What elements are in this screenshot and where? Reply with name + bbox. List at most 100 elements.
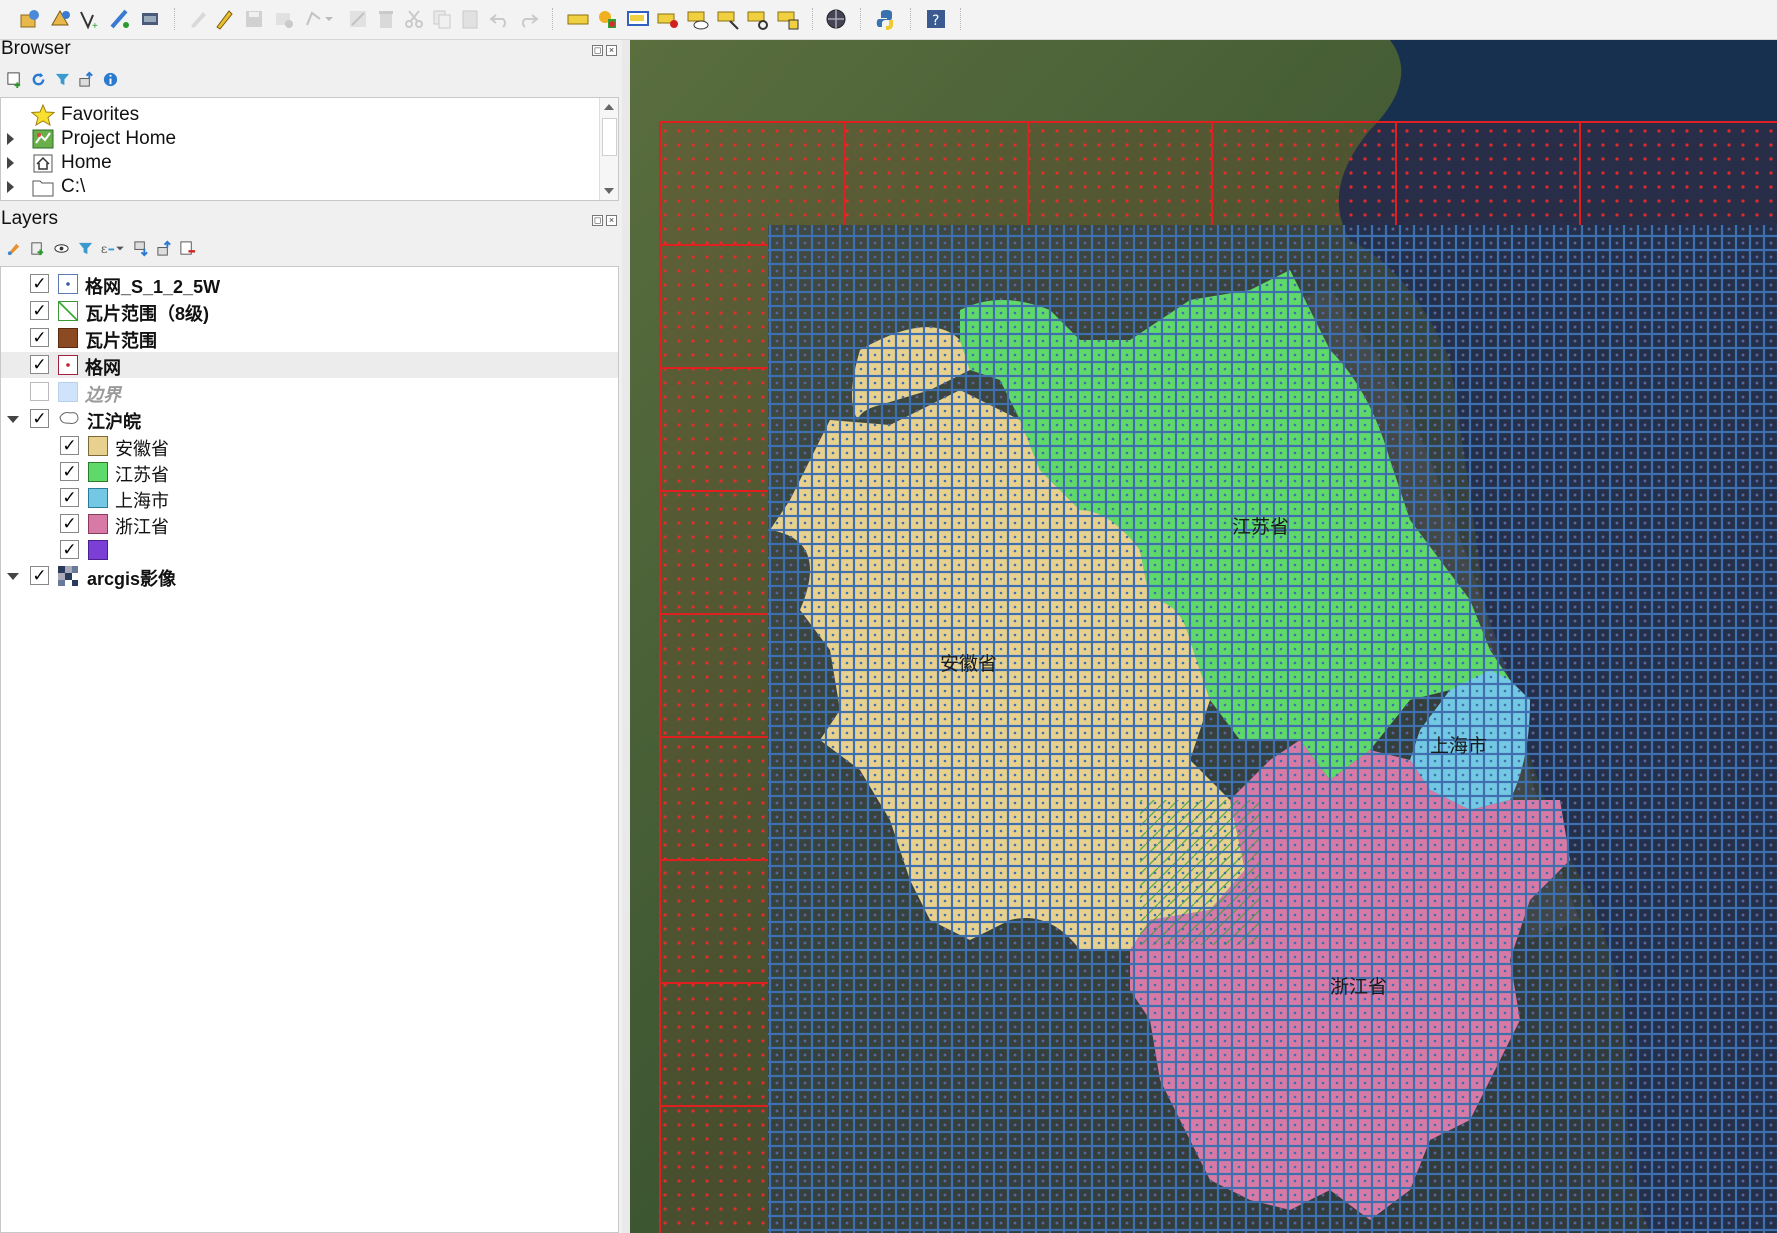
manage-map-themes-icon[interactable] xyxy=(52,239,70,257)
layer-visibility-checkbox[interactable]: ✓ xyxy=(30,382,49,401)
layer-visibility-checkbox[interactable]: ✓ xyxy=(60,436,79,455)
float-panel-button[interactable]: ◻ xyxy=(592,45,603,56)
folder-icon xyxy=(31,176,55,198)
layer-visibility-checkbox[interactable]: ✓ xyxy=(60,462,79,481)
filter-legend-icon[interactable] xyxy=(76,239,94,257)
change-label-properties-icon[interactable] xyxy=(776,7,800,31)
new-shapefile-icon[interactable]: + xyxy=(78,7,102,31)
collapse-all-icon[interactable] xyxy=(77,70,95,88)
dock-splitter[interactable] xyxy=(622,40,630,1233)
layer-item-boundary[interactable]: ✓ 边界 xyxy=(1,379,618,405)
help-icon[interactable]: ? xyxy=(924,7,948,31)
modify-attributes-icon[interactable] xyxy=(346,7,370,31)
move-label-icon[interactable] xyxy=(716,7,740,31)
layer-item-tile-extent[interactable]: ✓ 瓦片范围 xyxy=(1,325,618,351)
add-vector-layer-icon[interactable] xyxy=(48,7,72,31)
browser-item-home[interactable]: Home xyxy=(1,151,591,175)
show-hide-labels-icon[interactable] xyxy=(686,7,710,31)
pin-unpin-labels-icon[interactable] xyxy=(656,7,680,31)
scroll-down-icon[interactable] xyxy=(604,188,614,194)
browser-item-favorites[interactable]: Favorites xyxy=(1,103,591,127)
red-point-grid-symbol xyxy=(58,355,78,375)
jiangsu-fill-symbol xyxy=(88,462,108,482)
layers-panel-title: Layers xyxy=(1,208,59,229)
zhejiang-fill-symbol xyxy=(88,514,108,534)
remove-layer-icon[interactable] xyxy=(178,239,196,257)
cut-features-icon[interactable] xyxy=(402,7,426,31)
layer-visibility-checkbox[interactable]: ✓ xyxy=(60,488,79,507)
layer-visibility-checkbox[interactable]: ✓ xyxy=(60,514,79,533)
layer-item-grid[interactable]: ✓ 格网 xyxy=(1,352,618,378)
layer-visibility-checkbox[interactable]: ✓ xyxy=(30,328,49,347)
expand-arrow-icon[interactable] xyxy=(7,157,14,169)
new-temporary-layer-icon[interactable] xyxy=(108,7,132,31)
save-layer-edits-icon[interactable] xyxy=(242,7,266,31)
paste-features-icon[interactable] xyxy=(458,7,482,31)
raster-symbol xyxy=(58,566,78,586)
chevron-down-icon[interactable] xyxy=(114,239,126,257)
layer-visibility-checkbox[interactable]: ✓ xyxy=(60,540,79,559)
layer-item-tile-extent-level-8[interactable]: ✓ 瓦片范围（8级) xyxy=(1,298,618,324)
layer-labeling-options-icon[interactable] xyxy=(566,7,590,31)
layer-item-other-category[interactable]: ✓ xyxy=(1,537,618,563)
quickmapservices-icon[interactable] xyxy=(824,7,848,31)
polygon-group-symbol xyxy=(58,409,79,429)
collapse-all-icon[interactable] xyxy=(155,239,173,257)
add-selected-layers-icon[interactable] xyxy=(5,70,23,88)
open-data-source-manager-icon[interactable] xyxy=(18,7,42,31)
undo-icon[interactable] xyxy=(488,7,512,31)
svg-text:?: ? xyxy=(932,13,939,29)
layer-visibility-checkbox[interactable]: ✓ xyxy=(30,355,49,374)
toggle-editing-icon[interactable] xyxy=(212,7,236,31)
star-icon xyxy=(30,103,56,127)
float-panel-button[interactable]: ◻ xyxy=(592,215,603,226)
layer-diagram-options-icon[interactable] xyxy=(596,7,620,31)
layer-item-jiangsu[interactable]: ✓ 江苏省 xyxy=(1,459,618,485)
collapse-arrow-icon[interactable] xyxy=(7,416,19,423)
layer-visibility-checkbox[interactable]: ✓ xyxy=(30,409,49,428)
layer-group-jiang-hu-wan[interactable]: ✓ 江沪皖 xyxy=(1,406,618,432)
properties-info-icon[interactable] xyxy=(101,70,119,88)
highlight-pinned-labels-icon[interactable] xyxy=(626,7,650,31)
expand-arrow-icon[interactable] xyxy=(7,133,14,145)
collapse-arrow-icon[interactable] xyxy=(7,573,19,580)
add-memory-layer-icon[interactable] xyxy=(138,7,162,31)
layers-tree[interactable]: ✓ 格网_S_1_2_5W ✓ 瓦片范围（8级) ✓ 瓦片范围 ✓ 格网 边界 … xyxy=(0,266,619,1233)
shanghai-fill-symbol xyxy=(88,488,108,508)
open-layer-styling-icon[interactable] xyxy=(4,239,22,257)
browser-item-c-drive[interactable]: C:\ xyxy=(1,175,591,199)
browser-tree[interactable]: Favorites Project Home Home C:\ xyxy=(0,97,619,201)
layer-item-shanghai[interactable]: ✓ 上海市 xyxy=(1,485,618,511)
layer-visibility-checkbox[interactable]: ✓ xyxy=(30,301,49,320)
hatch-polygon-symbol xyxy=(58,301,78,321)
point-grid-symbol xyxy=(58,274,78,294)
layer-item-arcgis-imagery[interactable]: ✓ arcgis影像 xyxy=(1,563,618,589)
layer-item-grid-s-1-2-5w[interactable]: ✓ 格网_S_1_2_5W xyxy=(1,271,618,297)
python-console-icon[interactable] xyxy=(874,7,898,31)
rotate-label-icon[interactable] xyxy=(746,7,770,31)
layer-item-zhejiang[interactable]: ✓ 浙江省 xyxy=(1,511,618,537)
add-feature-icon[interactable] xyxy=(272,7,296,31)
redo-icon[interactable] xyxy=(516,7,540,31)
map-label-jiangsu: 江苏省 xyxy=(1232,516,1289,538)
add-group-icon[interactable] xyxy=(28,239,46,257)
delete-selected-icon[interactable] xyxy=(374,7,398,31)
close-panel-button[interactable]: × xyxy=(606,215,617,226)
expand-all-icon[interactable] xyxy=(132,239,150,257)
browser-item-project-home[interactable]: Project Home xyxy=(1,127,591,151)
map-canvas[interactable]: 安徽省 江苏省 上海市 浙江省 xyxy=(630,40,1777,1233)
current-edits-icon[interactable] xyxy=(186,7,210,31)
layer-visibility-checkbox[interactable]: ✓ xyxy=(30,274,49,293)
project-home-icon xyxy=(31,128,55,150)
close-panel-button[interactable]: × xyxy=(606,45,617,56)
filter-browser-icon[interactable] xyxy=(53,70,71,88)
layer-visibility-checkbox[interactable]: ✓ xyxy=(30,566,49,585)
chevron-down-icon[interactable] xyxy=(322,7,336,31)
expand-arrow-icon[interactable] xyxy=(7,181,14,193)
scrollbar-thumb[interactable] xyxy=(602,118,617,156)
browser-scrollbar[interactable] xyxy=(599,98,618,200)
scroll-up-icon[interactable] xyxy=(604,104,614,110)
copy-features-icon[interactable] xyxy=(430,7,454,31)
layer-item-anhui[interactable]: ✓ 安徽省 xyxy=(1,433,618,459)
refresh-icon[interactable] xyxy=(29,70,47,88)
